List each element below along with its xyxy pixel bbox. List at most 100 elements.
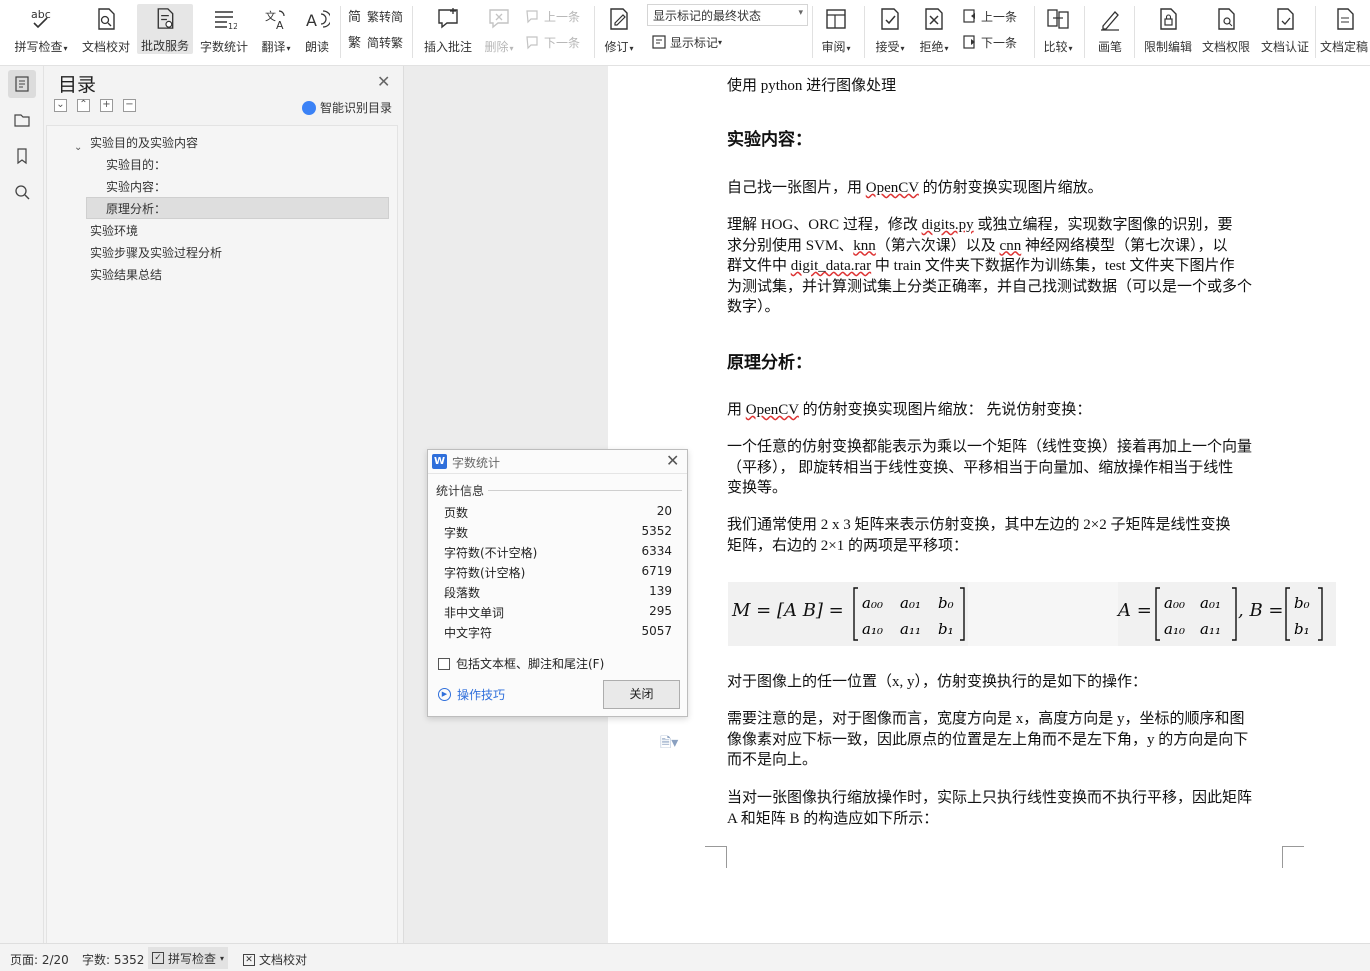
toc-item[interactable]: 实验结果总结 [90, 264, 162, 286]
document-menu-icon[interactable]: 🗎▾ [660, 732, 678, 756]
stat-row: 非中文单词 295 [444, 604, 672, 624]
word-count-button[interactable]: 123 字数统计 [198, 4, 250, 56]
toc-item[interactable]: 实验目的： [106, 154, 166, 176]
doc-text: 神经网络模型（第七次课），以 [1021, 237, 1228, 254]
doc-text: 的仿射变换实现图片缩放。 [918, 180, 1103, 196]
document-certify-button[interactable]: 文档认证 [1258, 4, 1312, 56]
review-pane-button[interactable]: 审阅▾ [818, 4, 854, 56]
next-change-button[interactable]: 下一条 [962, 32, 1017, 52]
doc-text: 一个任意的仿射变换都能表示为乘以一个矩阵（线性变换）接着再加上一个向量 [727, 439, 1253, 455]
include-textbox-checkbox[interactable]: 包括文本框、脚注和尾注(F) [438, 655, 604, 672]
accept-button[interactable]: 接受▾ [872, 4, 908, 56]
ribbon-separator [812, 6, 813, 58]
ribbon-separator [412, 6, 413, 58]
translate-button[interactable]: 文A 翻译▾ [256, 4, 296, 56]
document-certify-label: 文档认证 [1260, 40, 1309, 54]
formula-text: A = [1118, 600, 1152, 621]
document-finalize-button[interactable]: 文档定稿 [1320, 4, 1370, 56]
delete-comment-button[interactable]: 删除▾ [480, 4, 518, 56]
prev-comment-button[interactable]: 上一条 [525, 6, 580, 26]
spell-check-status[interactable]: ✓ 拼写检查 ▾ [148, 947, 229, 969]
ribbon-separator [1134, 6, 1135, 58]
insert-comment-label: 插入批注 [423, 40, 472, 54]
ribbon-toolbar: abc 拼写检查▾ 文档校对 批改服务 123 字数统计 文A 翻译▾ A 朗读… [0, 0, 1370, 66]
prev-change-label: 上一条 [981, 9, 1018, 24]
stat-label: 字符数(不计空格) [444, 546, 538, 560]
chapter-pane-toggle[interactable] [8, 106, 36, 134]
svg-text:abc: abc [31, 8, 51, 21]
svg-text:a₀₁: a₀₁ [900, 594, 921, 612]
next-change-icon [963, 35, 975, 49]
markup-state-select[interactable]: 显示标记的最终状态 ▾ [647, 4, 808, 26]
trad-to-simp-button[interactable]: 简 繁转简 [348, 6, 403, 26]
proofread-button[interactable]: 文档校对 [78, 4, 134, 56]
toc-title: 目录 [58, 74, 97, 96]
restrict-edit-button[interactable]: 限制编辑 [1140, 4, 1196, 56]
tips-label: 操作技巧 [457, 688, 506, 702]
next-change-label: 下一条 [981, 35, 1018, 50]
stat-label: 非中文单词 [444, 606, 505, 620]
checkbox-icon[interactable] [438, 657, 450, 670]
spell-check-status-label: 拼写检查 [168, 951, 217, 966]
page-indicator[interactable]: 页面: 2/20 [10, 951, 69, 968]
close-icon[interactable]: ✕ [377, 72, 390, 91]
doc-paragraph: 使用 python 进行图像处理 [727, 78, 897, 94]
track-changes-label: 修订▾ [604, 40, 634, 54]
proofread-status[interactable]: ✕ 文档校对 [243, 951, 307, 968]
stat-value: 20 [656, 504, 672, 518]
stat-label: 中文字符 [444, 626, 493, 640]
add-heading-icon[interactable]: + [100, 99, 113, 112]
reject-button[interactable]: 拒绝▾ [916, 4, 952, 56]
track-changes-button[interactable]: 修订▾ [600, 4, 638, 56]
svg-text:简: 简 [348, 9, 361, 24]
simp-to-trad-button[interactable]: 繁 简转繁 [348, 32, 403, 52]
read-aloud-button[interactable]: A 朗读 [300, 4, 334, 56]
remove-heading-icon[interactable]: − [123, 99, 136, 112]
stat-value: 6334 [641, 544, 672, 558]
bookmark-pane-toggle[interactable] [8, 142, 36, 170]
wps-writer-icon: W [432, 454, 447, 469]
toc-pane-toggle[interactable] [8, 70, 36, 98]
toc-item[interactable]: 实验内容： [106, 176, 166, 198]
prev-change-icon [963, 9, 975, 23]
toc-item[interactable]: 实验目的及实验内容 [90, 132, 198, 154]
smart-toc-button[interactable]: 智能识别目录 [302, 99, 392, 116]
chevron-down-icon[interactable]: ⌄ [74, 142, 82, 153]
collapse-all-icon[interactable]: ⌄ [54, 99, 67, 112]
insert-comment-button[interactable]: 插入批注 [420, 4, 476, 56]
document-certify-icon [1277, 8, 1294, 30]
close-button[interactable]: 关闭 [603, 680, 680, 709]
tips-link[interactable]: ▶ 操作技巧 [438, 686, 505, 703]
word-count-dialog: W 字数统计 ✕ 统计信息 页数 20 字数 5352 字符数(不计空格) 6334 … [427, 449, 688, 717]
ribbon-separator [1084, 6, 1085, 58]
search-pane-toggle[interactable] [8, 178, 36, 206]
toc-item[interactable]: 实验环境 [90, 220, 138, 242]
checkbox-label: 包括文本框、脚注和尾注(F) [456, 657, 605, 671]
ribbon-separator [340, 6, 341, 58]
play-icon: ▶ [438, 688, 451, 701]
bookmark-icon [17, 148, 27, 165]
matrix-m-graphic: a₀₀ a₀₁ b₀ a₁₀ a₁₁ b₁ [853, 587, 965, 641]
compare-button[interactable]: 比较▾ [1040, 4, 1076, 56]
close-icon[interactable]: ✕ [666, 451, 679, 470]
toc-item-selected[interactable]: 原理分析： [86, 197, 389, 219]
stat-row: 页数 20 [444, 504, 672, 524]
document-permission-button[interactable]: 文档权限 [1200, 4, 1252, 56]
show-markup-button[interactable]: 显示标记 ▾ [651, 32, 722, 52]
spell-check-button[interactable]: abc 拼写检查▾ [10, 4, 72, 56]
dialog-titlebar[interactable]: W 字数统计 ✕ [428, 450, 687, 474]
pen-button[interactable]: 画笔 [1092, 4, 1128, 56]
doc-paragraph: 自己找一张图片，用 OpenCV 的仿射变换实现图片缩放。 [727, 178, 1103, 199]
pen-label: 画笔 [1097, 40, 1122, 54]
toc-item[interactable]: 实验步骤及实验过程分析 [90, 242, 222, 264]
trad-simp-icon: 简 [348, 9, 361, 24]
document-finalize-label: 文档定稿 [1320, 40, 1369, 54]
review-service-icon [157, 8, 174, 29]
stat-value: 5352 [641, 524, 672, 538]
next-comment-button[interactable]: 下一条 [525, 32, 580, 52]
svg-text:A: A [306, 11, 317, 30]
prev-change-button[interactable]: 上一条 [962, 6, 1017, 26]
review-service-button[interactable]: 批改服务 [137, 4, 193, 54]
word-count-indicator[interactable]: 字数: 5352 [82, 951, 144, 968]
expand-all-icon[interactable]: ⌃ [77, 99, 90, 112]
